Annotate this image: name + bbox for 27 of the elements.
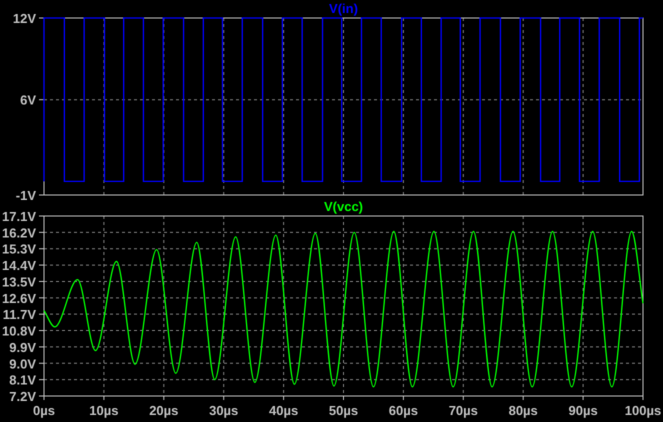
axis-tick-label: 40µs (269, 403, 298, 418)
axis-tick-label: 0µs (33, 403, 55, 418)
axis-tick-label: 90µs (568, 403, 598, 418)
axis-tick-label: 6V (20, 92, 36, 108)
axis-tick-label: 60µs (388, 403, 418, 418)
axis-tick-label: 9.0V (9, 356, 36, 372)
axis-tick-label: 12V (12, 11, 36, 26)
axis-tick-label: 20µs (149, 403, 178, 418)
axis-tick-label: 9.9V (9, 340, 36, 355)
axis-tick-label: 70µs (448, 403, 478, 418)
axis-tick-label: 14.4V (2, 258, 36, 274)
axis-tick-label: 13.5V (2, 274, 36, 290)
axis-tick-label: -1V (16, 188, 36, 200)
axis-tick-label: 8.1V (9, 372, 36, 388)
axis-tick-label: 50µs (328, 403, 358, 418)
axis-tick-label: 7.2V (9, 389, 36, 404)
axis-tick-label: 15.3V (2, 242, 36, 257)
trace-name[interactable]: V(vcc) (324, 200, 364, 214)
axis-tick-label: 12.6V (2, 290, 36, 306)
axis-tick-label: 10µs (89, 403, 118, 418)
axis-tick-label: 10.8V (2, 324, 36, 339)
axis-tick-label: 11.7V (2, 307, 36, 322)
axis-tick-label: 30µs (209, 403, 238, 418)
axis-tick-label: 100µs (624, 403, 662, 418)
axis-tick-label: 80µs (508, 403, 538, 418)
axis-tick-label: 16.2V (2, 225, 36, 240)
axis-tick-label: 17.1V (2, 209, 36, 224)
